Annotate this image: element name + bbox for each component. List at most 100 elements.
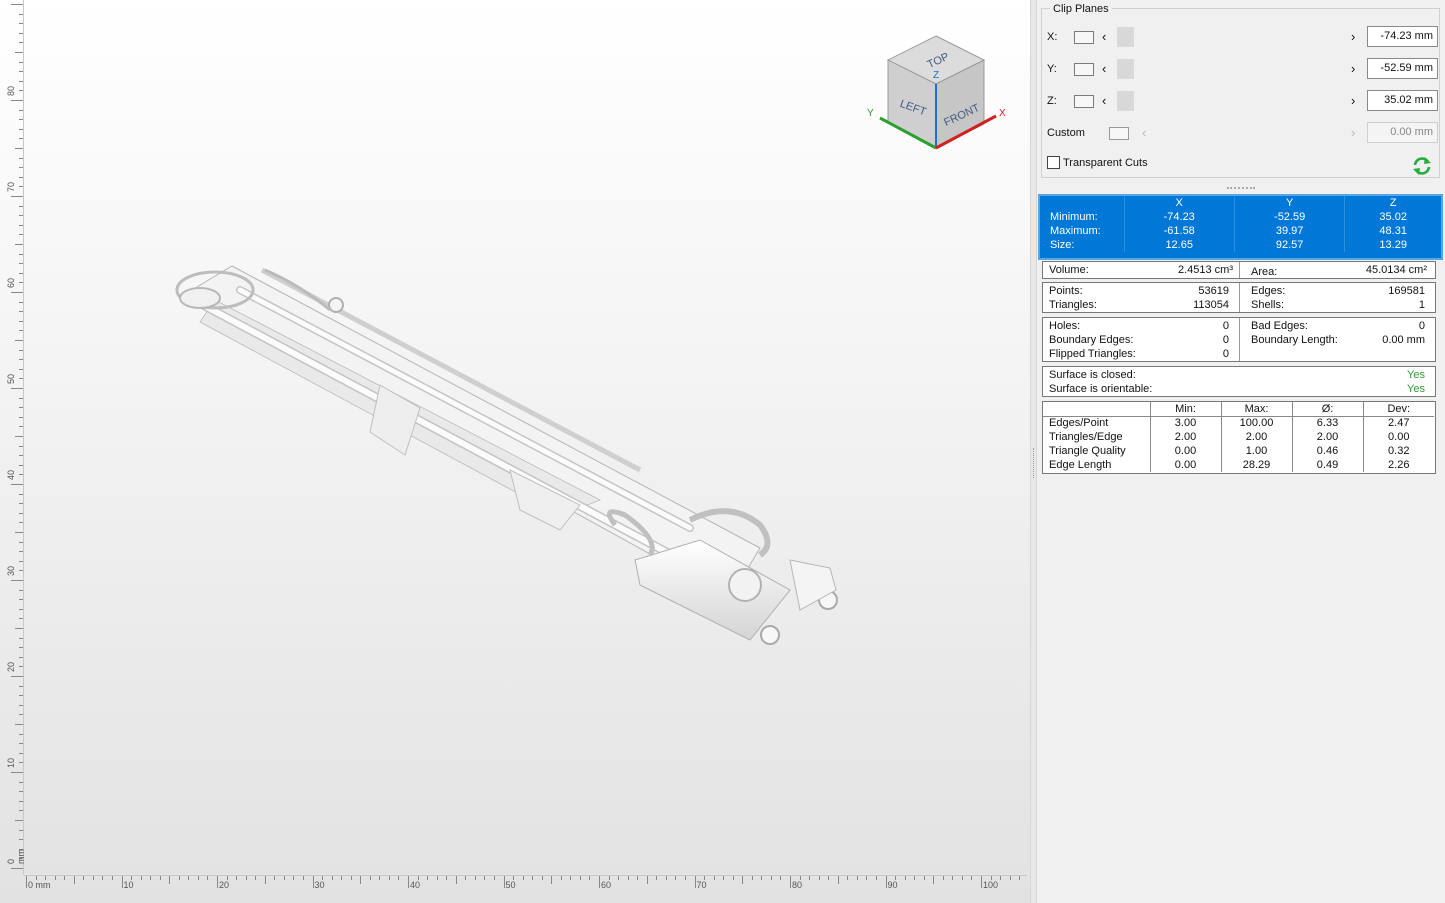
slider-thumb[interactable] bbox=[1117, 59, 1134, 79]
clip-z-slider[interactable] bbox=[1117, 90, 1343, 112]
panel-splitter[interactable] bbox=[1030, 0, 1037, 903]
row-label: Minimum: bbox=[1050, 211, 1098, 223]
divider bbox=[1239, 318, 1240, 361]
ruler-tick bbox=[436, 876, 438, 880]
panel-resize-grip[interactable] bbox=[1227, 187, 1255, 189]
ruler-tick bbox=[73, 876, 75, 884]
navigation-cube[interactable]: TOP LEFT FRONT Z Y X bbox=[866, 30, 1010, 156]
cell: 2.00 bbox=[1149, 430, 1221, 444]
splitter-grip[interactable] bbox=[1033, 448, 1035, 478]
cell: 28.29 bbox=[1220, 458, 1292, 472]
clip-x-value-input[interactable]: -74.23 mm bbox=[1367, 26, 1438, 47]
ruler-tick bbox=[589, 876, 591, 880]
clip-x-slider[interactable] bbox=[1117, 26, 1343, 48]
clip-y-label: Y: bbox=[1047, 63, 1057, 75]
ruler-tick bbox=[713, 876, 715, 880]
mesh-counts-box: Points: 53619 Triangles: 113054 Edges: 1… bbox=[1042, 282, 1436, 313]
area-value: 45.0134 cm² bbox=[1365, 264, 1427, 276]
clip-y-value-input[interactable]: -52.59 mm bbox=[1367, 58, 1438, 79]
surface-orientable-value: Yes bbox=[1407, 383, 1425, 395]
ruler-tick bbox=[665, 876, 667, 880]
ruler-label: 90 bbox=[887, 880, 898, 890]
row-label: Maximum: bbox=[1050, 225, 1101, 237]
cell: 2.00 bbox=[1220, 430, 1292, 444]
clip-y-toggle[interactable] bbox=[1074, 63, 1094, 76]
chevron-right-icon[interactable]: › bbox=[1351, 61, 1355, 76]
slider-thumb[interactable] bbox=[1117, 27, 1134, 47]
chevron-left-icon[interactable]: ‹ bbox=[1102, 61, 1106, 76]
cell: 3.00 bbox=[1149, 416, 1221, 430]
clip-x-toggle[interactable] bbox=[1074, 31, 1094, 44]
ruler-tick bbox=[398, 876, 400, 880]
ruler-tick bbox=[627, 876, 629, 880]
horizontal-ruler: 0 mm 10 20 30 40 50 60 70 80 90 100 bbox=[24, 875, 1027, 897]
ruler-tick bbox=[790, 876, 791, 888]
ruler-tick bbox=[694, 876, 696, 888]
column-header-x: X bbox=[1123, 196, 1235, 210]
ruler-tick bbox=[961, 876, 963, 880]
ruler-tick bbox=[293, 876, 295, 880]
clip-row-x: X: ‹ › -74.23 mm bbox=[1042, 26, 1439, 52]
cell: 35.02 bbox=[1344, 210, 1441, 224]
ruler-label: 60 bbox=[601, 880, 612, 890]
clip-custom-toggle[interactable] bbox=[1109, 127, 1129, 140]
cell: -52.59 bbox=[1233, 210, 1345, 224]
ruler-tick bbox=[178, 876, 180, 880]
mesh-statistics-table: Min: Max: Ø: Dev: Edges/Point 3.00 100.0… bbox=[1042, 401, 1436, 474]
3d-viewport[interactable]: 0 mm 10 20 30 40 50 60 70 80 0 mm 10 20 30 40 50 60 70 8… bbox=[0, 0, 1030, 903]
chevron-right-icon: › bbox=[1351, 125, 1356, 140]
ruler-tick bbox=[742, 876, 744, 884]
table-row: Maximum: -61.58 39.97 48.31 bbox=[1040, 224, 1441, 238]
chevron-right-icon[interactable]: › bbox=[1351, 93, 1355, 108]
ruler-label: 20 bbox=[219, 880, 230, 890]
transparent-cuts-checkbox[interactable]: Transparent Cuts bbox=[1047, 156, 1148, 169]
bounding-box-table[interactable]: X Y Z Minimum: -74.23 -52.59 35.02 Maxim… bbox=[1038, 194, 1443, 260]
ruler-tick bbox=[875, 876, 877, 880]
shells-label: Shells: bbox=[1251, 299, 1285, 311]
clip-y-slider[interactable] bbox=[1117, 58, 1343, 80]
chevron-left-icon[interactable]: ‹ bbox=[1102, 29, 1106, 44]
ruler-tick bbox=[723, 876, 725, 880]
ruler-tick bbox=[923, 876, 925, 880]
ruler-tick bbox=[885, 876, 887, 888]
ruler-label: 0 mm bbox=[28, 880, 51, 890]
ruler-tick bbox=[474, 876, 476, 880]
cell: 0.00 bbox=[1149, 444, 1221, 458]
edges-label: Edges: bbox=[1251, 285, 1286, 297]
ruler-tick bbox=[484, 876, 486, 880]
slider-thumb[interactable] bbox=[1117, 91, 1134, 111]
refresh-icon[interactable] bbox=[1411, 155, 1433, 177]
ruler-tick bbox=[255, 876, 257, 880]
ruler-tick bbox=[408, 876, 409, 888]
ruler-tick bbox=[981, 876, 982, 888]
clip-z-value-input[interactable]: 35.02 mm bbox=[1367, 90, 1438, 111]
bad-edges-value: 0 bbox=[1418, 320, 1425, 332]
cell: 0.00 bbox=[1362, 430, 1434, 444]
axis-z-label: Z bbox=[933, 70, 939, 81]
ruler-tick bbox=[493, 876, 495, 880]
clip-z-toggle[interactable] bbox=[1074, 95, 1094, 108]
ruler-tick bbox=[159, 876, 161, 880]
ruler-tick bbox=[465, 876, 467, 880]
cell: 39.97 bbox=[1233, 224, 1345, 238]
table-row: Size: 12.65 92.57 13.29 bbox=[1040, 238, 1441, 252]
clip-x-label: X: bbox=[1047, 31, 1058, 43]
bad-edges-label: Bad Edges: bbox=[1251, 320, 1308, 332]
ruler-tick bbox=[1000, 876, 1002, 880]
chevron-left-icon[interactable]: ‹ bbox=[1102, 93, 1106, 108]
ruler-tick bbox=[150, 876, 152, 880]
ruler-tick bbox=[283, 876, 285, 880]
ruler-tick bbox=[684, 876, 686, 880]
chevron-right-icon[interactable]: › bbox=[1351, 29, 1355, 44]
axis-y-label: Y bbox=[867, 108, 874, 119]
clip-row-y: Y: ‹ › -52.59 mm bbox=[1042, 58, 1439, 84]
volume-label: Volume: bbox=[1049, 264, 1089, 276]
row-label: Edges/Point bbox=[1049, 417, 1109, 430]
ruler-tick bbox=[102, 876, 104, 880]
ruler-tick bbox=[656, 876, 658, 880]
ruler-tick bbox=[837, 876, 839, 884]
triangles-label: Triangles: bbox=[1049, 299, 1097, 311]
checkbox-icon[interactable] bbox=[1047, 156, 1060, 169]
volume-value: 2.4513 cm³ bbox=[1177, 264, 1233, 276]
clip-planes-title: Clip Planes bbox=[1050, 3, 1112, 15]
